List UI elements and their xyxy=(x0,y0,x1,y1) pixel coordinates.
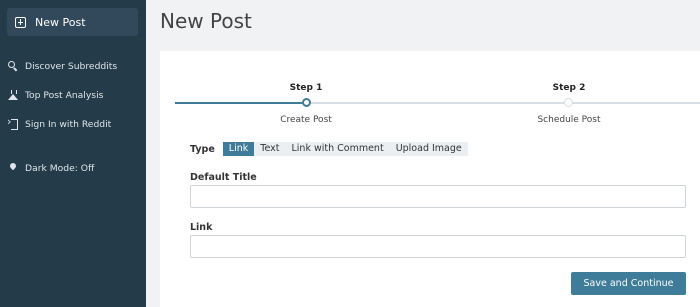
sidebar-item-discover-subreddits[interactable]: Discover Subreddits xyxy=(8,58,117,74)
page-title: New Post xyxy=(160,9,252,33)
default-title-field[interactable] xyxy=(190,185,686,208)
sidebar-item-label: Discover Subreddits xyxy=(25,60,118,72)
step-1-sub: Create Post xyxy=(280,115,332,125)
sidebar-item-label: Sign In with Reddit xyxy=(25,118,112,130)
search-icon xyxy=(8,61,18,71)
new-post-form-card: Step 1 Create Post Step 2 Schedule Post … xyxy=(160,51,700,307)
tab-link[interactable]: Link xyxy=(222,142,255,156)
sign-in-icon xyxy=(7,115,18,130)
step-2-dot[interactable] xyxy=(564,98,573,107)
post-type-tabs: Link Text Link with Comment Upload Image xyxy=(222,142,468,156)
link-field[interactable] xyxy=(190,235,686,258)
new-post-button[interactable]: New Post xyxy=(7,8,138,36)
tab-upload-image[interactable]: Upload Image xyxy=(390,142,468,156)
sidebar-item-top-post-analysis[interactable]: Top Post Analysis xyxy=(8,87,103,103)
stepper-progress xyxy=(175,102,306,104)
step-2-sub: Schedule Post xyxy=(537,115,601,125)
step-2-label: Step 2 xyxy=(552,83,586,93)
type-label: Type xyxy=(190,143,215,155)
tab-link-with-comment[interactable]: Link with Comment xyxy=(285,142,389,156)
flask-icon xyxy=(8,90,18,100)
new-post-label: New Post xyxy=(35,15,86,29)
step-1-label: Step 1 xyxy=(289,83,323,93)
sidebar-item-label: Dark Mode: Off xyxy=(25,162,95,174)
default-title-label: Default Title xyxy=(190,172,257,183)
link-label: Link xyxy=(190,222,213,233)
save-and-continue-button[interactable]: Save and Continue xyxy=(571,272,686,295)
post-type-row: Type Link Text Link with Comment Upload … xyxy=(190,142,468,156)
sidebar: New Post Discover Subreddits Top Post An… xyxy=(0,0,146,307)
plus-square-icon xyxy=(15,16,26,28)
map-pin-icon xyxy=(8,163,18,173)
step-1-dot[interactable] xyxy=(302,98,311,107)
sidebar-item-label: Top Post Analysis xyxy=(25,89,104,101)
tab-text[interactable]: Text xyxy=(254,142,285,156)
sidebar-item-sign-in[interactable]: Sign In with Reddit xyxy=(7,115,112,132)
sidebar-item-dark-mode[interactable]: Dark Mode: Off xyxy=(8,160,94,176)
